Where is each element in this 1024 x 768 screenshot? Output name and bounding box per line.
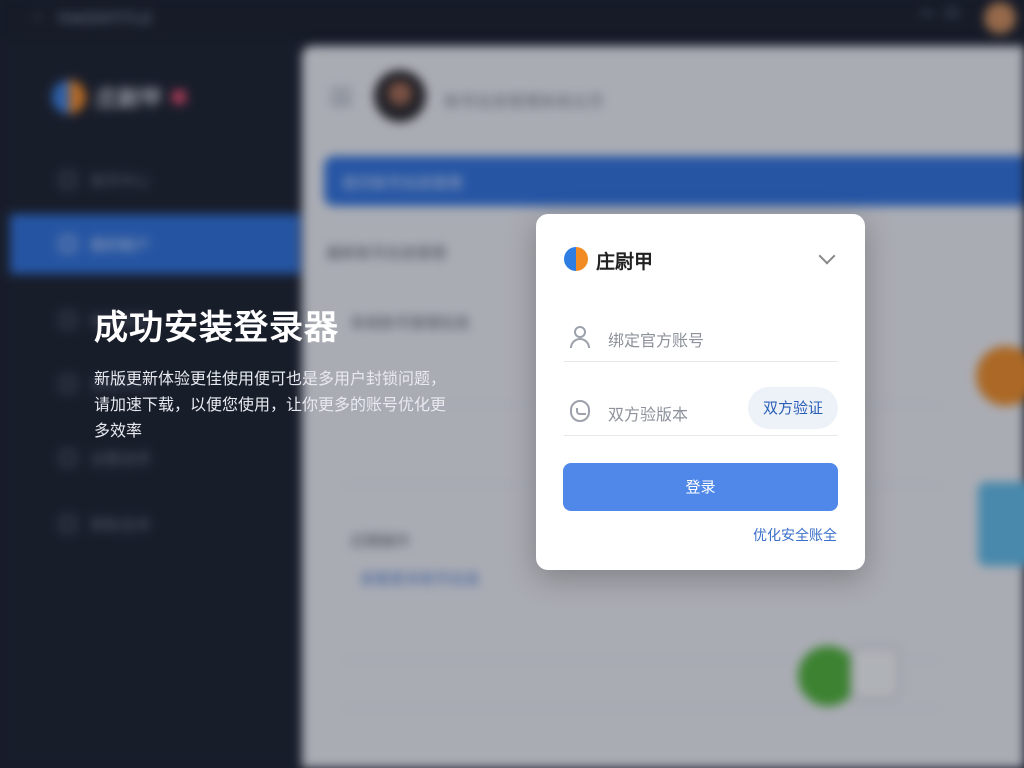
promo-description: 新版更新体验更佳使用便可也是多用户封锁问题，请加速下载，以便您使用，让你更多的账…	[94, 369, 447, 440]
login-button[interactable]: 登录	[563, 463, 838, 511]
brand-logo-icon	[564, 247, 588, 271]
two-factor-button[interactable]: 双方验证	[748, 387, 838, 429]
security-link[interactable]: 优化安全账全	[753, 525, 837, 545]
login-card: 庄尉甲 绑定官方账号 双方验版本 双方验证 登录 优化安全账全	[536, 214, 865, 570]
account-field[interactable]: 绑定官方账号	[564, 312, 838, 362]
verification-field[interactable]: 双方验版本 双方验证	[564, 386, 838, 436]
shield-icon	[570, 400, 590, 422]
user-icon	[570, 326, 592, 348]
account-placeholder: 绑定官方账号	[608, 331, 705, 350]
code-placeholder: 双方验版本	[608, 405, 689, 424]
chevron-down-icon[interactable]	[818, 247, 836, 265]
login-brand-name: 庄尉甲	[596, 251, 654, 273]
promo-title: 成功安装登录器	[94, 308, 339, 348]
